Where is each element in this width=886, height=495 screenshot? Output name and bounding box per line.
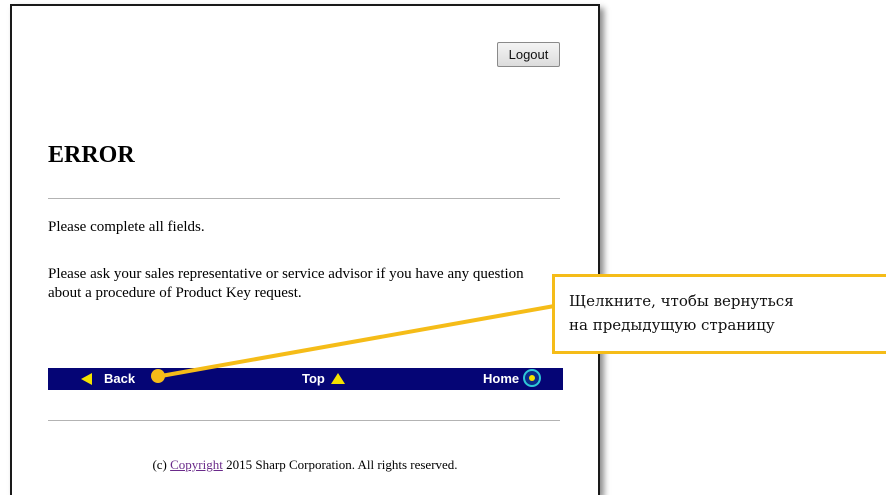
callout-pointer — [151, 303, 562, 383]
callout-text-line-2: на предыдущую страницу — [569, 316, 775, 334]
callout-box: Щелкните, чтобы вернуться на предыдущую … — [552, 274, 886, 354]
callout-text-line-1: Щелкните, чтобы вернуться — [569, 292, 794, 310]
callout-dot — [151, 369, 165, 383]
callout-line — [159, 303, 562, 378]
